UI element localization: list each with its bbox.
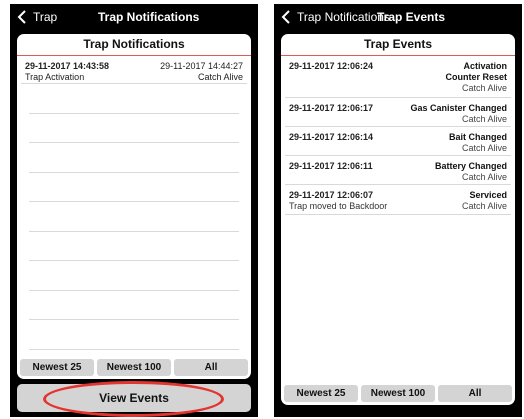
- event-row[interactable]: 29-11-2017 12:06:17 Gas Canister Changed…: [285, 98, 511, 127]
- empty-row: [29, 320, 239, 350]
- event-status: Catch Alive: [461, 143, 507, 153]
- event-row[interactable]: 29-11-2017 12:06:11 Battery Changed Catc…: [285, 156, 511, 185]
- event-type: Gas Canister Changed: [410, 103, 507, 113]
- chevron-left-icon: [281, 10, 290, 24]
- notification-status-timestamp: 29-11-2017 14:44:27: [160, 61, 243, 71]
- notification-row[interactable]: 29-11-2017 14:43:58 Trap Activation 29-1…: [21, 56, 247, 84]
- chevron-left-icon: [17, 10, 26, 24]
- empty-row: [29, 261, 239, 291]
- event-row[interactable]: 29-11-2017 12:06:07 Trap moved to Backdo…: [285, 185, 511, 215]
- newest-25-button[interactable]: Newest 25: [284, 385, 358, 402]
- trap-events-screen: Trap Notifications Trap Events Trap Even…: [274, 4, 522, 417]
- notifications-card: Trap Notifications 29-11-2017 14:43:58 T…: [17, 34, 251, 379]
- event-status: Catch Alive: [461, 172, 507, 182]
- back-button[interactable]: Trap: [16, 10, 57, 24]
- notifications-list: 29-11-2017 14:43:58 Trap Activation 29-1…: [17, 56, 251, 350]
- nav-bar: Trap Trap Notifications: [10, 4, 258, 30]
- empty-row: [29, 291, 239, 320]
- back-label: Trap Notifications: [297, 10, 390, 24]
- event-row[interactable]: 29-11-2017 12:06:24 Activation Counter R…: [285, 56, 511, 98]
- empty-row: [29, 114, 239, 143]
- event-type: Serviced: [469, 190, 507, 200]
- all-button[interactable]: All: [438, 385, 512, 402]
- events-list: 29-11-2017 12:06:24 Activation Counter R…: [281, 56, 515, 215]
- empty-row: [29, 173, 239, 202]
- nav-title: Trap Events: [377, 10, 446, 24]
- view-events-button[interactable]: View Events: [17, 384, 251, 412]
- empty-row: [29, 84, 239, 114]
- card-title: Trap Notifications: [17, 34, 251, 56]
- nav-bar: Trap Notifications Trap Events: [274, 4, 522, 30]
- nav-title: Trap Notifications: [98, 10, 200, 24]
- events-card: Trap Events 29-11-2017 12:06:24 Activati…: [281, 34, 515, 405]
- event-type: Bait Changed: [448, 132, 507, 142]
- notification-type: Trap Activation: [25, 72, 85, 82]
- empty-row: [29, 232, 239, 261]
- notification-timestamp: 29-11-2017 14:43:58: [25, 61, 110, 71]
- card-title: Trap Events: [281, 34, 515, 56]
- back-button[interactable]: Trap Notifications: [280, 10, 390, 24]
- event-timestamp: 29-11-2017 12:06:07: [289, 190, 374, 200]
- event-row[interactable]: 29-11-2017 12:06:14 Bait Changed Catch A…: [285, 127, 511, 156]
- event-status: Catch Alive: [461, 83, 507, 93]
- event-timestamp: 29-11-2017 12:06:24: [289, 61, 374, 71]
- event-note: Trap moved to Backdoor: [289, 201, 388, 211]
- filter-bar: Newest 25 Newest 100 All: [20, 359, 248, 376]
- back-label: Trap: [33, 10, 58, 24]
- empty-row: [29, 143, 239, 173]
- newest-25-button[interactable]: Newest 25: [20, 359, 94, 376]
- newest-100-button[interactable]: Newest 100: [361, 385, 435, 402]
- notification-status: Catch Alive: [197, 72, 243, 82]
- newest-100-button[interactable]: Newest 100: [97, 359, 171, 376]
- event-timestamp: 29-11-2017 12:06:14: [289, 132, 374, 142]
- event-type: Battery Changed: [434, 161, 507, 171]
- event-timestamp: 29-11-2017 12:06:11: [289, 161, 373, 171]
- trap-notifications-screen: Trap Trap Notifications Trap Notificatio…: [10, 4, 258, 417]
- all-button[interactable]: All: [174, 359, 248, 376]
- event-type: Activation Counter Reset: [445, 61, 507, 82]
- event-timestamp: 29-11-2017 12:06:17: [289, 103, 374, 113]
- event-status: Catch Alive: [461, 201, 507, 211]
- event-status: Catch Alive: [461, 114, 507, 124]
- filter-bar: Newest 25 Newest 100 All: [284, 385, 512, 402]
- empty-row: [29, 202, 239, 232]
